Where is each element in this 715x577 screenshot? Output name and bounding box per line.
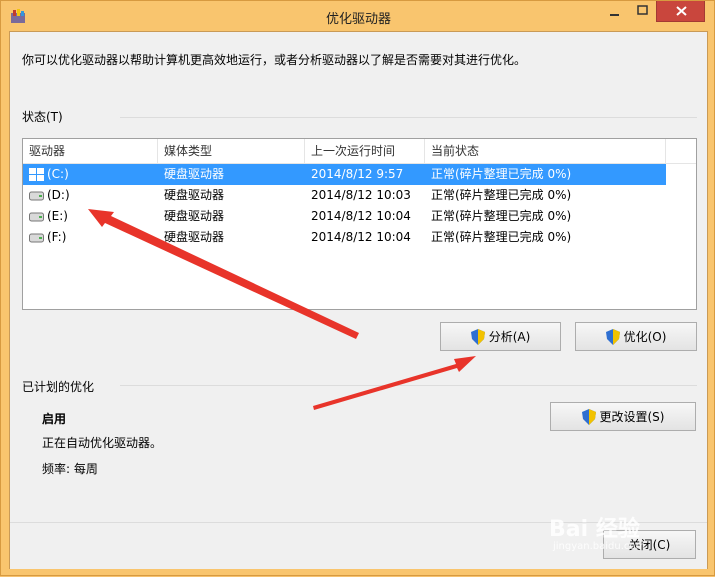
watermark: Bai 经验 <box>549 517 640 542</box>
annotation-arrows <box>88 209 476 410</box>
arrow-to-drive-list <box>88 209 359 339</box>
arrow-to-analyze-button <box>313 356 476 410</box>
watermark-url: jingyan.baidu.com <box>553 541 646 552</box>
optimize-drives-window: 优化驱动器 你可以优化驱动器以帮助计算机更高效地运行，或者分析驱动器以了解是否需… <box>0 0 715 576</box>
